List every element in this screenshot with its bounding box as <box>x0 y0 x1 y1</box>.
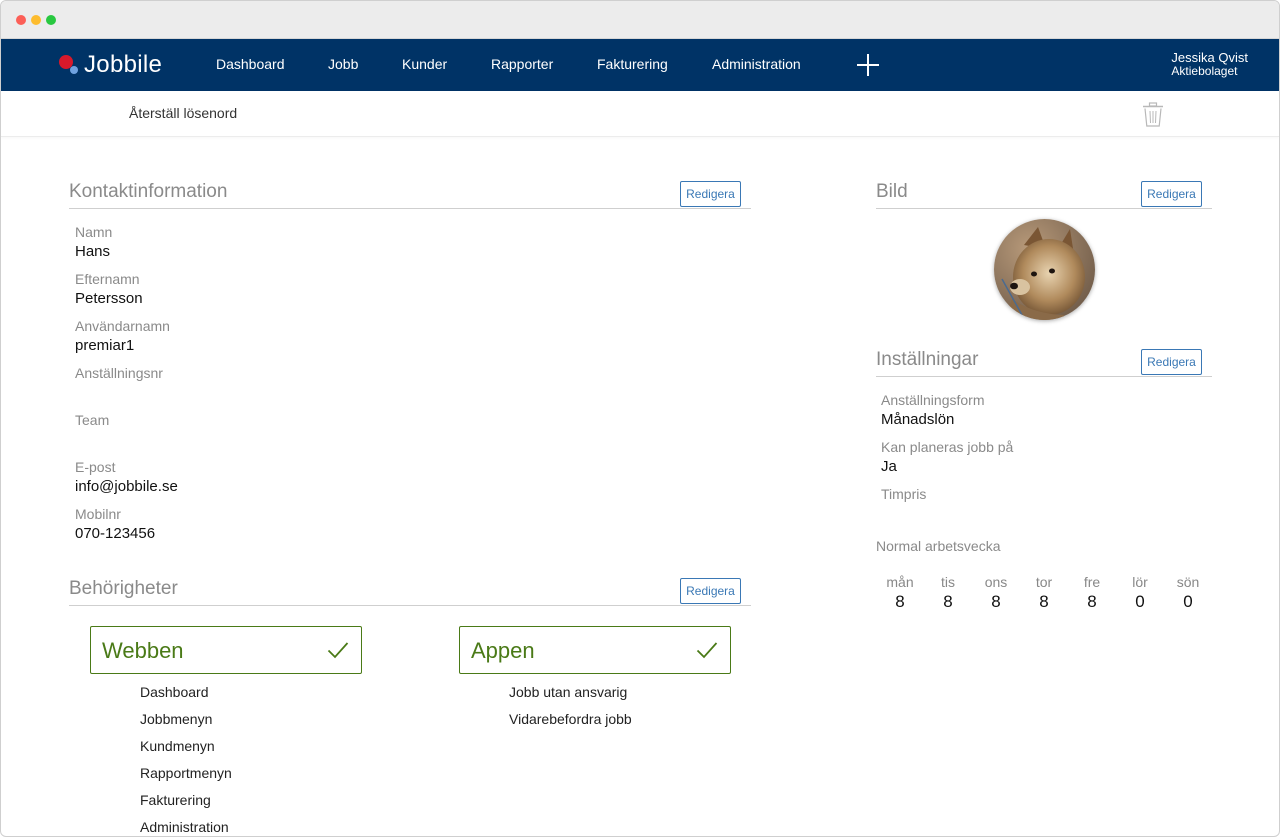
first-name-label: Namn <box>75 224 113 240</box>
picture-divider <box>876 208 1212 209</box>
last-name-label: Efternamn <box>75 271 140 287</box>
schedulable-value: Ja <box>881 458 897 475</box>
edit-contact-button[interactable]: Redigera <box>680 181 741 207</box>
weekday-label: ons <box>984 574 1008 590</box>
mobile-value: 070-123456 <box>75 525 156 542</box>
logo-icon <box>58 53 82 77</box>
employment-type-label: Anställningsform <box>881 392 985 408</box>
app-window: Jobbile Dashboard Jobb Kunder Rapporter … <box>0 0 1280 837</box>
minimize-window-button[interactable] <box>31 15 41 25</box>
close-window-button[interactable] <box>16 15 26 25</box>
weekday-hours: 0 <box>1135 592 1145 611</box>
picture-section-title: Bild <box>876 181 908 202</box>
reset-password-link[interactable]: Återställ lösenord <box>129 105 237 121</box>
weekday-label: fre <box>1083 574 1101 590</box>
permissions-section-title: Behörigheter <box>69 578 178 599</box>
web-permission-item: Fakturering <box>140 792 211 808</box>
web-permission-item: Jobbmenyn <box>140 711 213 727</box>
checkmark-icon <box>696 642 718 659</box>
weekday-label: sön <box>1176 574 1200 590</box>
profile-avatar <box>994 219 1095 320</box>
team-label: Team <box>75 412 110 428</box>
weekday-label: mån <box>886 574 914 590</box>
jobbile-logo[interactable]: Jobbile <box>58 50 162 80</box>
schedulable-label: Kan planeras jobb på <box>881 439 1014 455</box>
weekday-label: lör <box>1132 574 1148 590</box>
checkmark-icon <box>327 642 349 659</box>
web-permission-item: Kundmenyn <box>140 738 215 754</box>
edit-picture-button[interactable]: Redigera <box>1141 181 1202 207</box>
app-permission-item: Jobb utan ansvarig <box>509 684 628 700</box>
user-company: Aktiebolaget <box>1171 64 1238 78</box>
app-permission-item: Vidarebefordra jobb <box>509 711 632 727</box>
weekday-hours: 0 <box>1183 592 1193 611</box>
user-menu[interactable]: Jessika Qvist Aktiebolaget <box>1171 51 1248 78</box>
nav-administration[interactable]: Administration <box>712 56 801 72</box>
edit-permissions-button[interactable]: Redigera <box>680 578 741 604</box>
email-value: info@jobbile.se <box>75 478 178 495</box>
weekday-label: tor <box>1035 574 1053 590</box>
maximize-window-button[interactable] <box>46 15 56 25</box>
username-value: premiar1 <box>75 337 135 354</box>
weekday-hours: 8 <box>991 592 1001 611</box>
window-titlebar <box>1 1 1279 39</box>
weekday-hours: 8 <box>1039 592 1049 611</box>
app-permission-box[interactable]: Appen <box>459 626 731 674</box>
mobile-label: Mobilnr <box>75 506 121 522</box>
settings-divider <box>876 376 1212 377</box>
permissions-divider <box>69 605 751 606</box>
first-name-value: Hans <box>75 243 111 260</box>
nav-dashboard[interactable]: Dashboard <box>216 56 285 72</box>
email-label: E-post <box>75 459 116 475</box>
edit-settings-button[interactable]: Redigera <box>1141 349 1202 375</box>
weekday-hours: 8 <box>895 592 905 611</box>
nav-jobb[interactable]: Jobb <box>328 56 358 72</box>
logo-text: Jobbile <box>84 51 163 78</box>
top-navbar: Jobbile Dashboard Jobb Kunder Rapporter … <box>1 39 1279 91</box>
username-label: Användarnamn <box>75 318 170 334</box>
web-permission-title: Webben <box>102 638 184 663</box>
app-permission-title: Appen <box>471 638 535 663</box>
web-permission-item: Rapportmenyn <box>140 765 232 781</box>
weekday-hours: 8 <box>943 592 953 611</box>
employment-type-value: Månadslön <box>881 411 955 428</box>
nav-fakturering[interactable]: Fakturering <box>597 56 668 72</box>
settings-section-title: Inställningar <box>876 349 979 370</box>
web-permission-box[interactable]: Webben <box>90 626 362 674</box>
work-week-label: Normal arbetsvecka <box>876 538 1001 554</box>
contact-section-title: Kontaktinformation <box>69 181 228 202</box>
contact-divider <box>69 208 751 209</box>
action-subbar: Återställ lösenord <box>1 91 1279 137</box>
nav-rapporter[interactable]: Rapporter <box>491 56 553 72</box>
web-permission-item: Administration <box>140 819 229 835</box>
weekday-hours: 8 <box>1087 592 1097 611</box>
user-name: Jessika Qvist <box>1171 50 1248 65</box>
last-name-value: Petersson <box>75 290 143 307</box>
web-permission-item: Dashboard <box>140 684 209 700</box>
weekday-label: tis <box>941 574 955 590</box>
nav-kunder[interactable]: Kunder <box>402 56 447 72</box>
trash-icon[interactable] <box>1142 102 1164 128</box>
add-plus-icon[interactable] <box>855 52 881 78</box>
hourly-rate-label: Timpris <box>881 486 927 502</box>
employee-number-label: Anställningsnr <box>75 365 163 381</box>
